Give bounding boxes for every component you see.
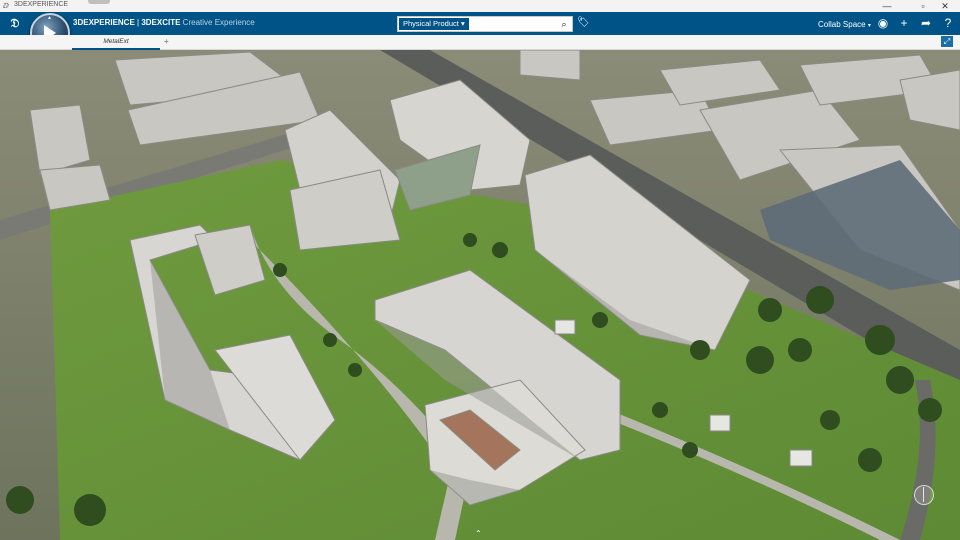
window-title: 3DEXPERIENCE — [14, 1, 69, 8]
add-tab-button[interactable]: + — [164, 35, 169, 48]
nav-compass-icon[interactable] — [914, 485, 934, 505]
search-category-label: Physical Product — [403, 19, 459, 28]
user-icon[interactable]: ◉ — [875, 15, 891, 31]
search-icon[interactable]: ⌕ — [558, 18, 570, 30]
minimize-button[interactable]: — — [876, 0, 898, 12]
brand-app: 3DEXCITE — [141, 18, 181, 27]
share-icon[interactable]: ➦ — [918, 15, 934, 31]
maximize-button[interactable]: ▫ — [912, 0, 934, 12]
brand-primary: 3DEXPERIENCE — [73, 18, 135, 27]
chevron-down-icon: ▾ — [867, 23, 871, 29]
ds-logo-icon[interactable]: 𝔇 — [6, 14, 24, 32]
brand-title: 3DEXPERIENCE | 3DEXCITE Creative Experie… — [73, 18, 255, 27]
search-category-dropdown[interactable]: Physical Product ▾ — [399, 18, 469, 30]
3d-viewport[interactable]: ⌃ — [0, 50, 960, 540]
search-bar: Physical Product ▾ ⌕ — [397, 16, 573, 32]
app-logo-icon: ⅅ — [3, 3, 9, 10]
tab-metalext[interactable]: MetalExt — [72, 35, 160, 50]
chevron-down-icon: ▾ — [460, 19, 465, 28]
tab-bar: MetalExt + — [0, 35, 960, 50]
brand-subtitle: Creative Experience — [180, 18, 255, 27]
collab-space-label: Collab Space — [818, 20, 866, 29]
search-input[interactable] — [472, 17, 554, 31]
add-icon[interactable]: + — [896, 15, 912, 31]
expand-icon[interactable]: ⤢ — [941, 36, 953, 47]
collab-space-selector[interactable]: Collab Space ▾ — [818, 20, 871, 29]
help-icon[interactable]: ? — [940, 15, 956, 31]
chevron-up-icon[interactable]: ⌃ — [475, 529, 482, 538]
tag-icon[interactable]: 🏷︎ — [577, 16, 590, 30]
tab-label: MetalExt — [103, 38, 129, 45]
compass-north-icon: ▲ — [47, 15, 52, 21]
drag-handle[interactable] — [88, 0, 110, 4]
campus-scene — [0, 50, 960, 540]
close-button[interactable]: ✕ — [934, 0, 956, 12]
